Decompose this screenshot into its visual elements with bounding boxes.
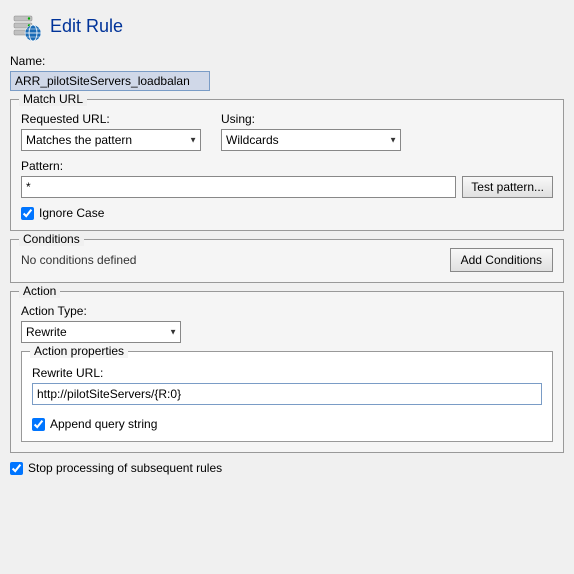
page-header: Edit Rule <box>10 10 564 42</box>
match-url-group: Match URL Requested URL: Matches the pat… <box>10 99 564 231</box>
requested-url-col: Requested URL: Matches the patternDoes n… <box>21 112 201 151</box>
rewrite-url-input[interactable] <box>32 383 542 405</box>
name-input[interactable] <box>10 71 210 91</box>
action-type-select[interactable]: RewriteRedirectCustom ResponseAbortReque… <box>21 321 181 343</box>
action-type-select-wrapper: RewriteRedirectCustom ResponseAbortReque… <box>21 321 181 343</box>
using-label: Using: <box>221 112 401 126</box>
stop-processing-row: Stop processing of subsequent rules <box>10 461 564 475</box>
action-type-label: Action Type: <box>21 304 553 318</box>
using-col: Using: WildcardsRegular ExpressionsExact… <box>221 112 401 151</box>
action-properties-title: Action properties <box>30 344 128 358</box>
name-section: Name: <box>10 54 564 91</box>
ignore-case-row: Ignore Case <box>21 206 553 220</box>
requested-url-select[interactable]: Matches the patternDoes not match the pa… <box>21 129 201 151</box>
action-type-row: Action Type: RewriteRedirectCustom Respo… <box>21 304 553 343</box>
url-using-row: Requested URL: Matches the patternDoes n… <box>21 112 553 151</box>
add-conditions-button[interactable]: Add Conditions <box>450 248 553 272</box>
action-properties-box: Action properties Rewrite URL: Append qu… <box>21 351 553 442</box>
name-label: Name: <box>10 54 564 68</box>
no-conditions-text: No conditions defined <box>21 253 136 267</box>
conditions-title: Conditions <box>19 232 84 246</box>
match-url-title: Match URL <box>19 92 87 106</box>
ignore-case-label: Ignore Case <box>39 206 104 220</box>
rule-icon <box>10 10 42 42</box>
action-title: Action <box>19 284 60 298</box>
append-query-string-label: Append query string <box>50 417 157 431</box>
pattern-label: Pattern: <box>21 159 553 173</box>
pattern-row: Pattern: Test pattern... <box>21 159 553 198</box>
test-pattern-button[interactable]: Test pattern... <box>462 176 553 198</box>
conditions-group: Conditions No conditions defined Add Con… <box>10 239 564 283</box>
stop-processing-checkbox[interactable] <box>10 462 23 475</box>
using-select[interactable]: WildcardsRegular ExpressionsExact Match <box>221 129 401 151</box>
pattern-input-row: Test pattern... <box>21 176 553 198</box>
using-select-wrapper: WildcardsRegular ExpressionsExact Match <box>221 129 401 151</box>
action-group: Action Action Type: RewriteRedirectCusto… <box>10 291 564 453</box>
append-query-string-checkbox[interactable] <box>32 418 45 431</box>
stop-processing-label: Stop processing of subsequent rules <box>28 461 222 475</box>
ignore-case-checkbox[interactable] <box>21 207 34 220</box>
conditions-row: No conditions defined Add Conditions <box>21 248 553 272</box>
requested-url-label: Requested URL: <box>21 112 201 126</box>
rewrite-url-label: Rewrite URL: <box>32 366 542 380</box>
append-query-string-row: Append query string <box>32 417 542 431</box>
requested-url-select-wrapper: Matches the patternDoes not match the pa… <box>21 129 201 151</box>
page-title: Edit Rule <box>50 16 123 37</box>
pattern-input[interactable] <box>21 176 456 198</box>
